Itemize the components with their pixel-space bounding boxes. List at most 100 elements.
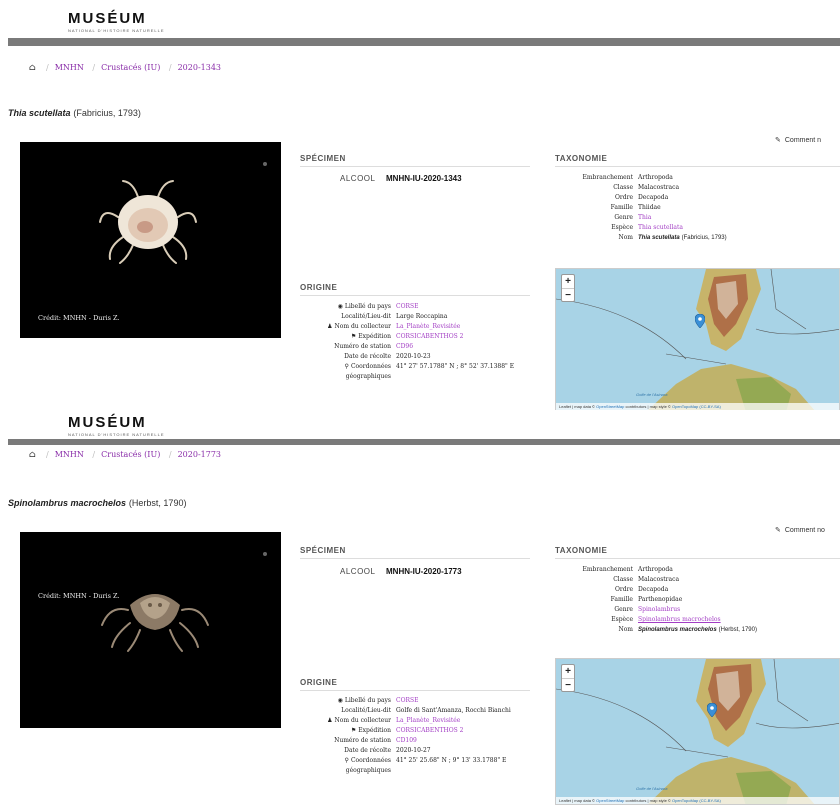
breadcrumb-mnhn[interactable]: MNHN <box>55 450 84 459</box>
taxonomy-section-title: TAXONOMIE <box>555 154 608 163</box>
origin-row-collector: ♟ Nom du collecteur La_Planète_Revisitée <box>302 322 514 332</box>
attrib-text: Leaflet | map data © <box>559 798 596 803</box>
breadcrumb-specimen[interactable]: 2020-1343 <box>178 63 221 72</box>
origin-row-expedition: ⚑ Expédition CORSICABENTHOS 2 <box>302 332 514 342</box>
museum-logo-subtitle: NATIONAL D'HISTOIRE NATURELLE <box>68 432 165 437</box>
phylum-value: Arthropoda <box>638 566 673 573</box>
origin-row-station: Numéro de station CD96 <box>302 342 514 352</box>
location-map[interactable]: + − Golfe de l'Asinara Leaflet | map dat… <box>555 658 840 805</box>
species-link[interactable]: Thia scutellata <box>638 223 683 233</box>
attrib-text: contributors | map style © <box>625 404 671 409</box>
family-value: Thiidae <box>638 204 661 211</box>
origin-row-date: Date de récolte 2020-10-27 <box>302 746 511 756</box>
zoom-in-button[interactable]: + <box>562 275 574 288</box>
field-label: Embranchement <box>582 174 633 181</box>
phylum-value: Arthropoda <box>638 174 673 181</box>
attrib-text: Leaflet | map data © <box>559 404 596 409</box>
attrib-text: contributors | map style © <box>625 798 671 803</box>
expedition-link[interactable]: CORSICABENTHOS 2 <box>396 332 463 342</box>
globe-icon: ◉ <box>337 697 343 704</box>
origin-row-collector: ♟ Nom du collecteur La_Planète_Revisitée <box>302 716 511 726</box>
date-value: 2020-10-23 <box>396 353 431 360</box>
comment-link[interactable]: ✎ Comment no <box>775 526 825 534</box>
species-link[interactable]: Spinolambrus macrochelos <box>638 615 721 625</box>
photo-credit: Crédit: MNHN - Duris Z. <box>38 314 120 322</box>
license-link[interactable]: (CC-BY-SA) <box>699 404 720 409</box>
zoom-out-button[interactable]: − <box>562 288 574 301</box>
specimen-id: MNHN-IU-2020-1773 <box>386 567 462 576</box>
photo-credit: Crédit: MNHN - Duris Z. <box>38 592 120 600</box>
home-icon[interactable]: ⌂ <box>29 63 36 73</box>
field-label: Numéro de station <box>334 737 391 744</box>
breadcrumb-specimen[interactable]: 2020-1773 <box>178 450 221 459</box>
origin-divider <box>300 295 530 296</box>
field-label: Libellé du pays <box>344 303 391 310</box>
field-label: Nom du collecteur <box>334 717 392 724</box>
map-marker-icon[interactable] <box>695 314 706 329</box>
page-title: Spinolambrus macrochelos (Herbst, 1790) <box>8 498 186 509</box>
origin-section-title: ORIGINE <box>300 678 338 687</box>
pencil-icon: ✎ <box>775 137 781 144</box>
crab-image <box>99 180 197 264</box>
locality-value: Golfe di Sant'Amanza, Rocchi Bianchi <box>396 707 511 714</box>
breadcrumb-mnhn[interactable]: MNHN <box>55 63 84 72</box>
zoom-in-button[interactable]: + <box>562 665 574 678</box>
genus-link[interactable]: Thia <box>638 213 651 223</box>
taxonomy-row: Espèce Spinolambrus macrochelos <box>555 615 757 625</box>
species-name: Spinolambrus macrochelos <box>8 498 127 508</box>
specimen-photo[interactable]: Crédit: MNHN - Duris Z. <box>20 142 281 338</box>
museum-logo[interactable]: MUSÉUM <box>68 414 147 431</box>
field-label: Libellé du pays <box>344 697 391 704</box>
page-title: Thia scutellata (Fabricius, 1793) <box>8 108 141 119</box>
osm-link[interactable]: OpenStreetMap <box>596 798 624 803</box>
specimen-divider <box>300 166 530 167</box>
field-label: Genre <box>614 214 633 221</box>
museum-logo[interactable]: MUSÉUM <box>68 10 147 27</box>
station-link[interactable]: CD96 <box>396 342 413 352</box>
taxonomy-row: Ordre Decapoda <box>555 193 727 203</box>
name-author: (Herbst, 1790) <box>718 627 757 633</box>
origin-row-country: ◉ Libellé du pays CORSE <box>302 696 511 706</box>
osm-link[interactable]: OpenStreetMap <box>596 404 624 409</box>
specimen-photo[interactable]: Crédit: MNHN - Duris Z. <box>20 532 281 728</box>
expedition-link[interactable]: CORSICABENTHOS 2 <box>396 726 463 736</box>
pencil-icon: ✎ <box>775 527 781 534</box>
taxonomy-row: Famille Thiidae <box>555 203 727 213</box>
country-link[interactable]: CORSE <box>396 302 419 312</box>
origin-row-coords-cont: géographiques <box>302 766 511 776</box>
order-value: Decapoda <box>638 194 669 201</box>
field-label: Nom <box>618 626 633 633</box>
location-map[interactable]: + − Golfe de l'Asinara Leaflet | map dat… <box>555 268 840 410</box>
field-label: Famille <box>610 204 633 211</box>
field-label: Nom du collecteur <box>334 323 392 330</box>
specimen-section-title: SPÉCIMEN <box>300 154 346 163</box>
taxonomy-row: Embranchement Arthropoda <box>555 173 727 183</box>
map-sea-label: Golfe de l'Asinara <box>636 786 668 791</box>
genus-link[interactable]: Spinolambrus <box>638 605 680 615</box>
taxonomy-divider <box>555 166 840 167</box>
collector-link[interactable]: La_Planète_Revisitée <box>396 716 460 726</box>
class-value: Malacostraca <box>638 184 680 191</box>
preparation-label: ALCOOL <box>340 567 376 576</box>
otm-link[interactable]: OpenTopoMap <box>672 404 698 409</box>
field-label: Expédition <box>358 333 391 340</box>
country-link[interactable]: CORSE <box>396 696 419 706</box>
collector-link[interactable]: La_Planète_Revisitée <box>396 322 460 332</box>
breadcrumb-collection[interactable]: Crustacés (IU) <box>101 450 160 459</box>
map-pin-icon: ⚲ <box>344 757 349 764</box>
taxonomy-divider <box>555 558 840 559</box>
breadcrumb-collection[interactable]: Crustacés (IU) <box>101 63 160 72</box>
map-marker-icon[interactable] <box>706 703 717 717</box>
comment-link[interactable]: ✎ Comment n <box>775 136 821 144</box>
taxonomy-table: Embranchement Arthropoda Classe Malacostra… <box>555 565 757 635</box>
taxonomy-row: Classe Malacostraca <box>555 183 727 193</box>
station-link[interactable]: CD109 <box>396 736 417 746</box>
home-icon[interactable]: ⌂ <box>29 450 36 460</box>
license-link[interactable]: (CC-BY-SA) <box>699 798 720 803</box>
globe-icon: ◉ <box>337 303 343 310</box>
origin-section-title: ORIGINE <box>300 283 338 292</box>
date-value: 2020-10-27 <box>396 747 431 754</box>
otm-link[interactable]: OpenTopoMap <box>672 798 698 803</box>
zoom-out-button[interactable]: − <box>562 678 574 691</box>
family-value: Parthenopidae <box>638 596 683 603</box>
